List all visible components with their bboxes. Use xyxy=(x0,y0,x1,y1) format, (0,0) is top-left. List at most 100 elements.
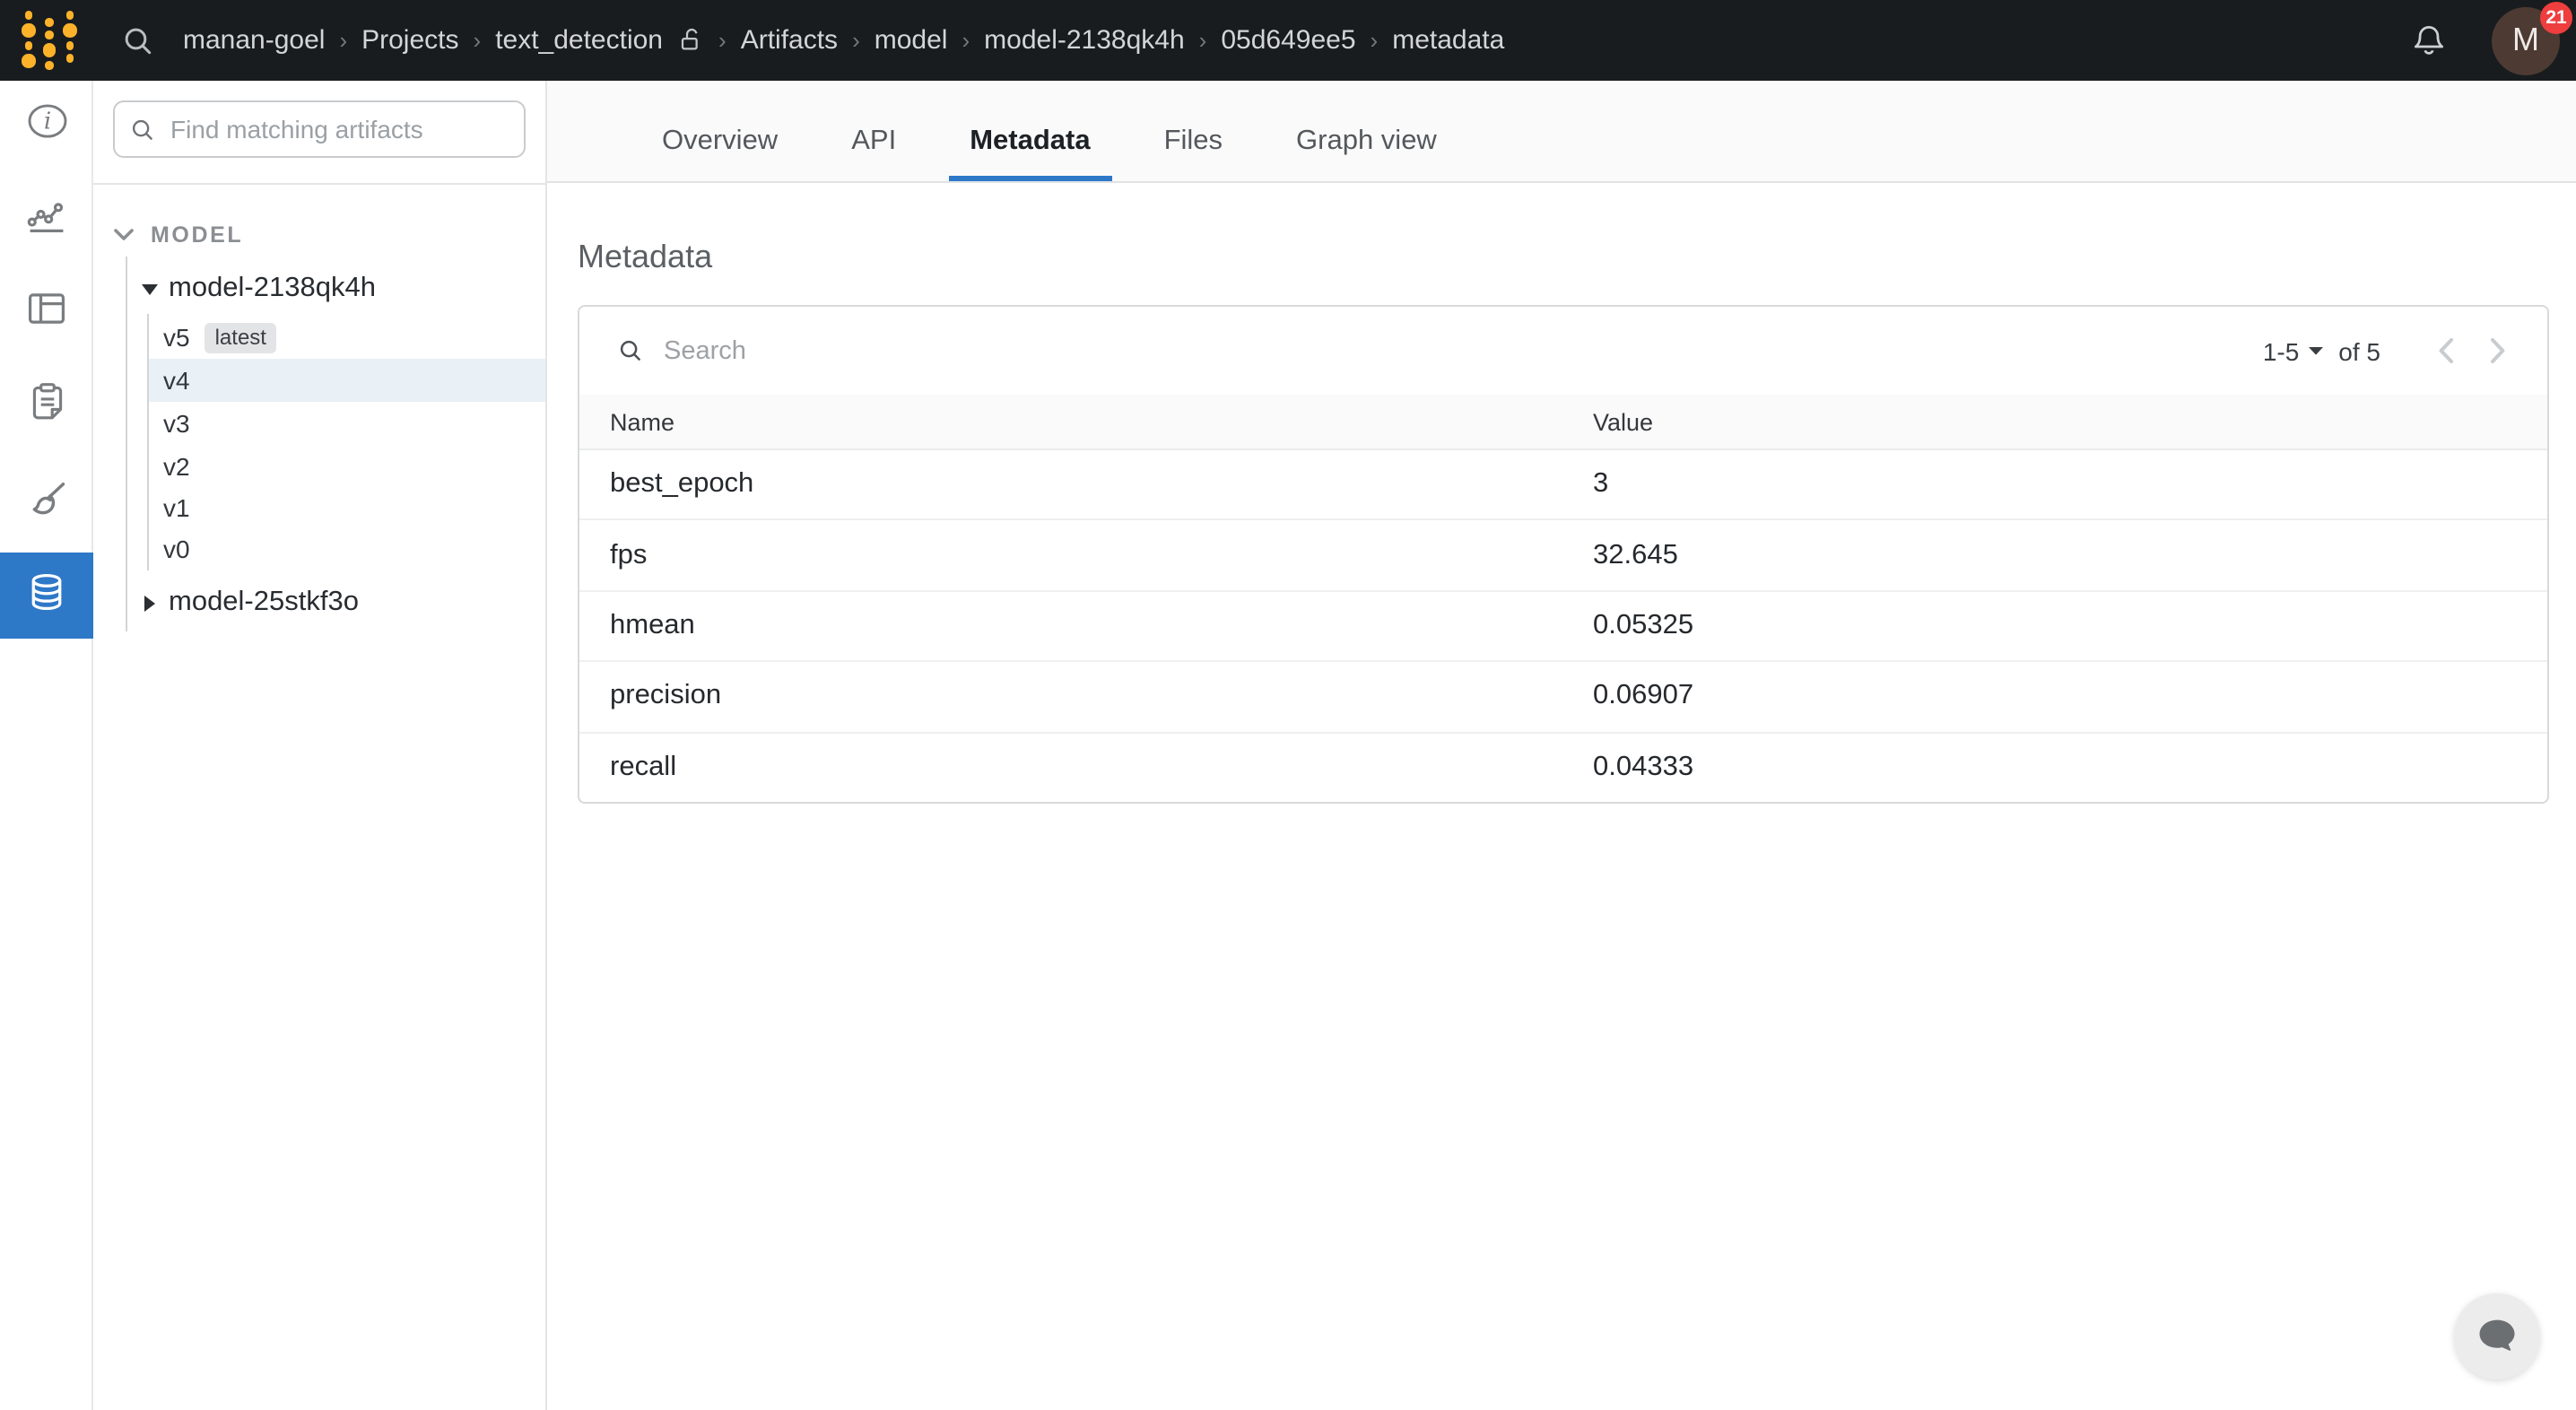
tab-api[interactable]: API xyxy=(830,106,918,181)
table-row: best_epoch 3 xyxy=(579,450,2547,521)
breadcrumb-separator: › xyxy=(962,27,970,54)
chevron-right-icon[interactable] xyxy=(2490,337,2506,364)
tab-graph-view[interactable]: Graph view xyxy=(1275,106,1458,181)
metadata-key: hmean xyxy=(610,610,1593,642)
page-total: of 5 xyxy=(2338,336,2380,365)
table-row: hmean 0.05325 xyxy=(579,592,2547,663)
version-label: v2 xyxy=(163,452,190,481)
metadata-value: 0.06907 xyxy=(1593,681,2517,713)
sidebar-item-charts[interactable] xyxy=(0,176,93,262)
sidebar-item-artifacts[interactable] xyxy=(0,553,93,639)
panel-divider xyxy=(93,183,545,185)
breadcrumb-project[interactable]: text_detection xyxy=(495,25,663,56)
chevron-left-icon[interactable] xyxy=(2438,337,2454,364)
table-header-row: Name Value xyxy=(579,395,2547,450)
table-row: recall 0.04333 xyxy=(579,733,2547,804)
pagination: 1-5 of 5 xyxy=(2263,336,2511,365)
tree-version-v4-selected[interactable]: v4 xyxy=(149,359,545,402)
column-header-name: Name xyxy=(610,408,1593,435)
tab-overview[interactable]: Overview xyxy=(640,106,799,181)
version-label: v5 xyxy=(163,323,190,352)
clipboard-icon xyxy=(24,379,69,432)
sidebar-item-sweeps[interactable] xyxy=(0,459,93,545)
page-title: Metadata xyxy=(578,239,2576,276)
page-range: 1-5 xyxy=(2263,336,2299,365)
main-content: Metadata 1-5 of 5 xyxy=(547,183,2576,1410)
page-range-dropdown[interactable]: 1-5 xyxy=(2263,336,2322,365)
wandb-logo-icon[interactable] xyxy=(22,12,77,70)
bell-icon[interactable] xyxy=(2409,21,2449,60)
latest-badge: latest xyxy=(205,322,277,352)
table-search-icon xyxy=(617,337,644,364)
tab-metadata[interactable]: Metadata xyxy=(948,106,1111,181)
metadata-key: recall xyxy=(610,753,1593,785)
notification-badge: 21 xyxy=(2540,1,2572,33)
breadcrumb-metadata[interactable]: metadata xyxy=(1392,25,1504,56)
tree-version-v0[interactable]: v0 xyxy=(93,527,545,570)
tree-version-v5[interactable]: v5 latest xyxy=(93,316,545,359)
breadcrumb-separator: › xyxy=(1371,27,1379,54)
breadcrumb-artifact-type[interactable]: model xyxy=(875,25,948,56)
sidebar-item-tables[interactable] xyxy=(0,269,93,355)
tab-files[interactable]: Files xyxy=(1143,106,1244,181)
breadcrumb-separator: › xyxy=(852,27,860,54)
breadcrumb-collection[interactable]: model-2138qk4h xyxy=(984,25,1185,56)
unlock-icon xyxy=(677,27,704,54)
column-header-value: Value xyxy=(1593,408,2517,435)
svg-text:i: i xyxy=(43,108,50,135)
breadcrumb-separator: › xyxy=(718,27,727,54)
tree-section-model[interactable]: MODEL xyxy=(93,217,545,253)
find-artifacts-input[interactable] xyxy=(167,113,509,145)
avatar[interactable]: M 21 xyxy=(2492,6,2560,74)
collection-name: model-25stkf3o xyxy=(169,587,359,619)
metadata-key: fps xyxy=(610,539,1593,571)
search-icon[interactable] xyxy=(120,22,156,58)
table-search-input[interactable] xyxy=(660,335,2247,367)
help-chat-button[interactable] xyxy=(2454,1293,2540,1380)
breadcrumb-separator: › xyxy=(1199,27,1207,54)
tree-version-v1[interactable]: v1 xyxy=(93,486,545,529)
sidebar-item-overview[interactable]: i xyxy=(0,83,93,169)
version-label: v1 xyxy=(163,493,190,522)
dropdown-caret-icon xyxy=(2308,346,2322,355)
metadata-table-card: 1-5 of 5 xyxy=(578,305,2549,804)
tree-version-v3[interactable]: v3 xyxy=(93,402,545,445)
breadcrumb-artifacts[interactable]: Artifacts xyxy=(741,25,838,56)
table-layout-icon xyxy=(23,284,70,340)
triangle-right-icon xyxy=(140,595,158,611)
avatar-initial: M xyxy=(2512,22,2539,59)
breadcrumb: manan-goel › Projects › text_detection ›… xyxy=(183,25,1504,56)
version-label: v4 xyxy=(163,366,190,395)
metadata-value: 0.05325 xyxy=(1593,610,2517,642)
artifact-browser-panel: MODEL model-2138qk4h v5 latest v4 v3 v2 … xyxy=(93,81,547,1410)
metadata-value: 3 xyxy=(1593,468,2517,500)
chat-bubble-icon xyxy=(2474,1313,2520,1360)
broom-icon xyxy=(23,474,70,530)
metadata-value: 0.04333 xyxy=(1593,753,2517,785)
find-artifacts-search-icon xyxy=(129,116,156,143)
version-label: v0 xyxy=(163,535,190,563)
left-icon-rail: i xyxy=(0,81,93,1410)
artifact-search-box xyxy=(113,100,526,158)
chevron-down-icon xyxy=(113,228,135,242)
info-icon: i xyxy=(22,99,71,152)
artifact-tabs: Overview API Metadata Files Graph view xyxy=(547,81,2576,183)
triangle-down-icon xyxy=(140,283,158,295)
sidebar-item-reports[interactable] xyxy=(0,362,93,448)
table-row: fps 32.645 xyxy=(579,521,2547,592)
breadcrumb-separator: › xyxy=(339,27,347,54)
metadata-value: 32.645 xyxy=(1593,539,2517,571)
tree-section-label: MODEL xyxy=(151,222,243,248)
version-label: v3 xyxy=(163,409,190,438)
tree-version-v2[interactable]: v2 xyxy=(93,445,545,488)
tree-collection-model-25stkf3o[interactable]: model-25stkf3o xyxy=(93,581,545,624)
line-chart-icon xyxy=(23,191,70,247)
table-row: precision 0.06907 xyxy=(579,662,2547,733)
breadcrumb-entity[interactable]: manan-goel xyxy=(183,25,325,56)
breadcrumb-projects[interactable]: Projects xyxy=(361,25,458,56)
breadcrumb-separator: › xyxy=(474,27,482,54)
tree-collection-model-2138qk4h[interactable]: model-2138qk4h xyxy=(93,267,545,310)
table-search-row: 1-5 of 5 xyxy=(579,307,2547,395)
breadcrumb-version-hash[interactable]: 05d649ee5 xyxy=(1221,25,1355,56)
metadata-key: precision xyxy=(610,681,1593,713)
